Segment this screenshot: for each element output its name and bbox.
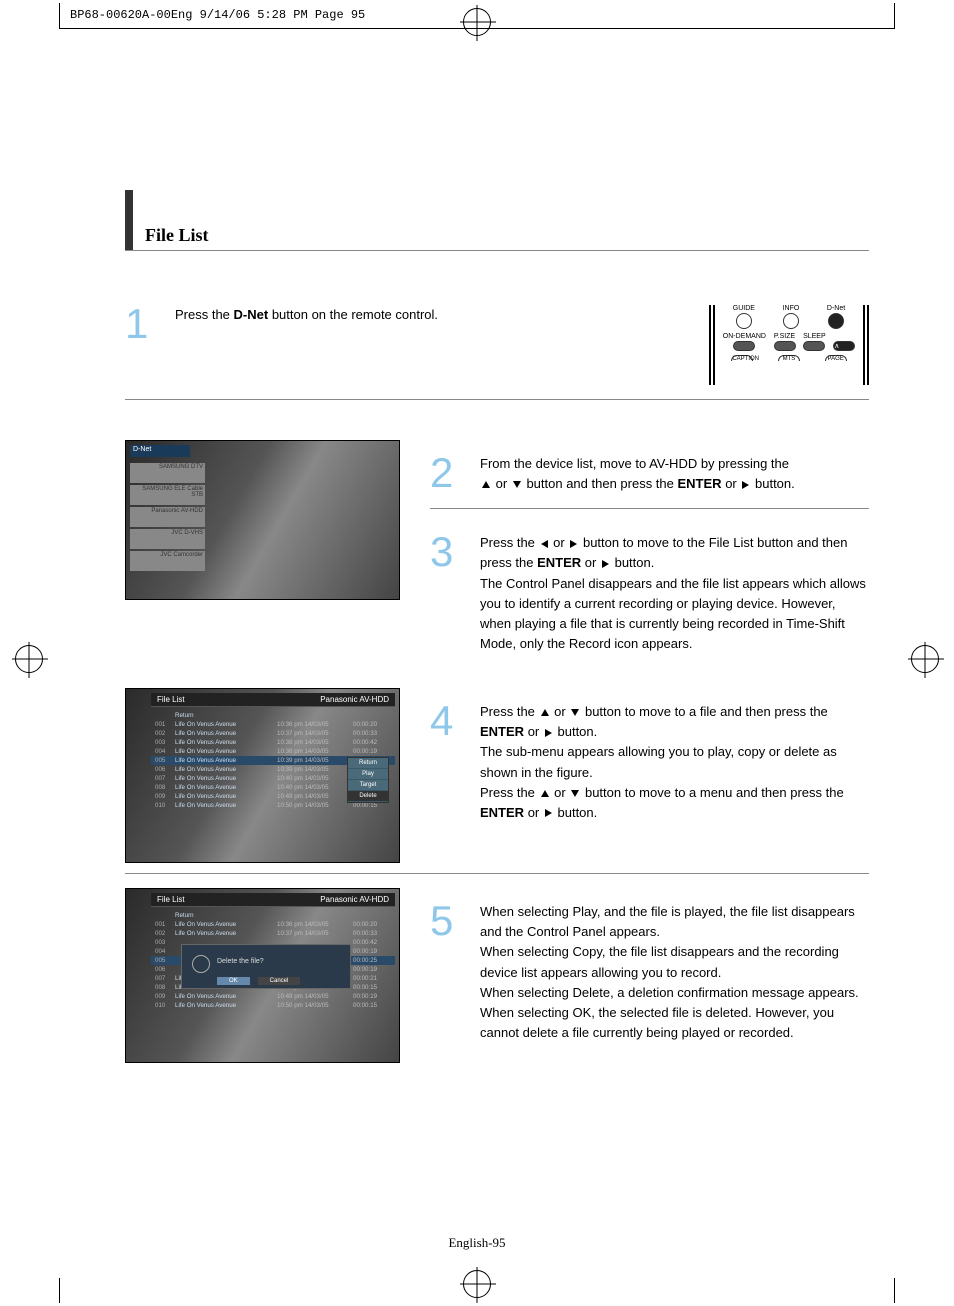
step-text: When selecting Play, and the file is pla… [480, 902, 869, 1043]
section-title: File List [145, 225, 209, 246]
cancel-button[interactable]: Cancel [258, 977, 301, 985]
up-arrow-icon [541, 709, 549, 716]
up-arrow-icon [541, 790, 549, 797]
remote-guide-button: GUIDE [733, 305, 755, 329]
right-arrow-icon [570, 540, 577, 548]
step-text: Press the or button to move to a file an… [480, 702, 869, 823]
step-number: 2 [430, 454, 460, 492]
step-4-block: File ListPanasonic AV-HDD Return 001Life… [125, 688, 869, 863]
step-number: 1 [125, 305, 155, 343]
left-arrow-icon [541, 540, 548, 548]
registration-mark-right [911, 645, 939, 673]
step-text: Press the or button to move to the File … [480, 533, 869, 654]
remote-info-button: INFO [783, 305, 800, 329]
right-arrow-icon [545, 809, 552, 817]
steps-2-3-block: D-Net SAMSUNG DTV SAMSUNG ELE Cable STB … [125, 440, 869, 678]
remote-mts-button: MTS [778, 353, 800, 361]
step-number: 3 [430, 533, 460, 571]
section-header: File List [125, 190, 869, 251]
remote-caption-button: CAPTION [731, 353, 753, 361]
screenshot-delete-confirm: File ListPanasonic AV-HDD Return 001Life… [125, 888, 400, 1063]
right-arrow-icon [545, 729, 552, 737]
step-4: 4 Press the or button to move to a file … [430, 688, 869, 837]
remote-page-label: PAGE [825, 353, 847, 361]
step-number: 5 [430, 902, 460, 940]
remote-psize-button: P.SIZE [774, 333, 796, 351]
down-arrow-icon [571, 709, 579, 716]
step-5-block: File ListPanasonic AV-HDD Return 001Life… [125, 873, 869, 1067]
screenshot-device-list: D-Net SAMSUNG DTV SAMSUNG ELE Cable STB … [125, 440, 400, 600]
page-footer: English-95 [0, 1235, 954, 1251]
up-arrow-icon [482, 481, 490, 488]
crop-header: BP68-00620A-00Eng 9/14/06 5:28 PM Page 9… [70, 8, 365, 22]
right-arrow-icon [742, 481, 749, 489]
down-arrow-icon [513, 481, 521, 488]
remote-control-diagram: GUIDE INFO D-Net ON-DEMAND P.SIZE SLEEP … [709, 305, 869, 385]
step-3: 3 Press the or button to move to the Fil… [430, 519, 869, 668]
remote-dnet-button: D-Net [827, 305, 845, 329]
delete-confirm-dialog: Delete the file? OK Cancel [181, 944, 351, 989]
page-content: File List 1 Press the D-Net button on th… [60, 30, 894, 1276]
file-submenu: Return Play Target Delete [347, 757, 389, 803]
down-arrow-icon [571, 790, 579, 797]
screenshot-file-list-submenu: File ListPanasonic AV-HDD Return 001Life… [125, 688, 400, 863]
step-5: 5 When selecting Play, and the file is p… [430, 888, 869, 1057]
step-number: 4 [430, 702, 460, 740]
remote-ondemand-button: ON-DEMAND [723, 333, 766, 351]
remote-sleep-button: SLEEP [803, 333, 826, 351]
info-icon [192, 955, 210, 973]
remote-page-button: ∧ [833, 333, 855, 351]
step-2: 2 From the device list, move to AV-HDD b… [430, 440, 869, 509]
ok-button[interactable]: OK [217, 977, 250, 985]
right-arrow-icon [602, 560, 609, 568]
step-text: Press the D-Net button on the remote con… [175, 305, 689, 325]
step-text: From the device list, move to AV-HDD by … [480, 454, 869, 494]
registration-mark-left [15, 645, 43, 673]
step-1: 1 Press the D-Net button on the remote c… [125, 291, 869, 400]
device-list: SAMSUNG DTV SAMSUNG ELE Cable STB Panaso… [130, 463, 205, 573]
